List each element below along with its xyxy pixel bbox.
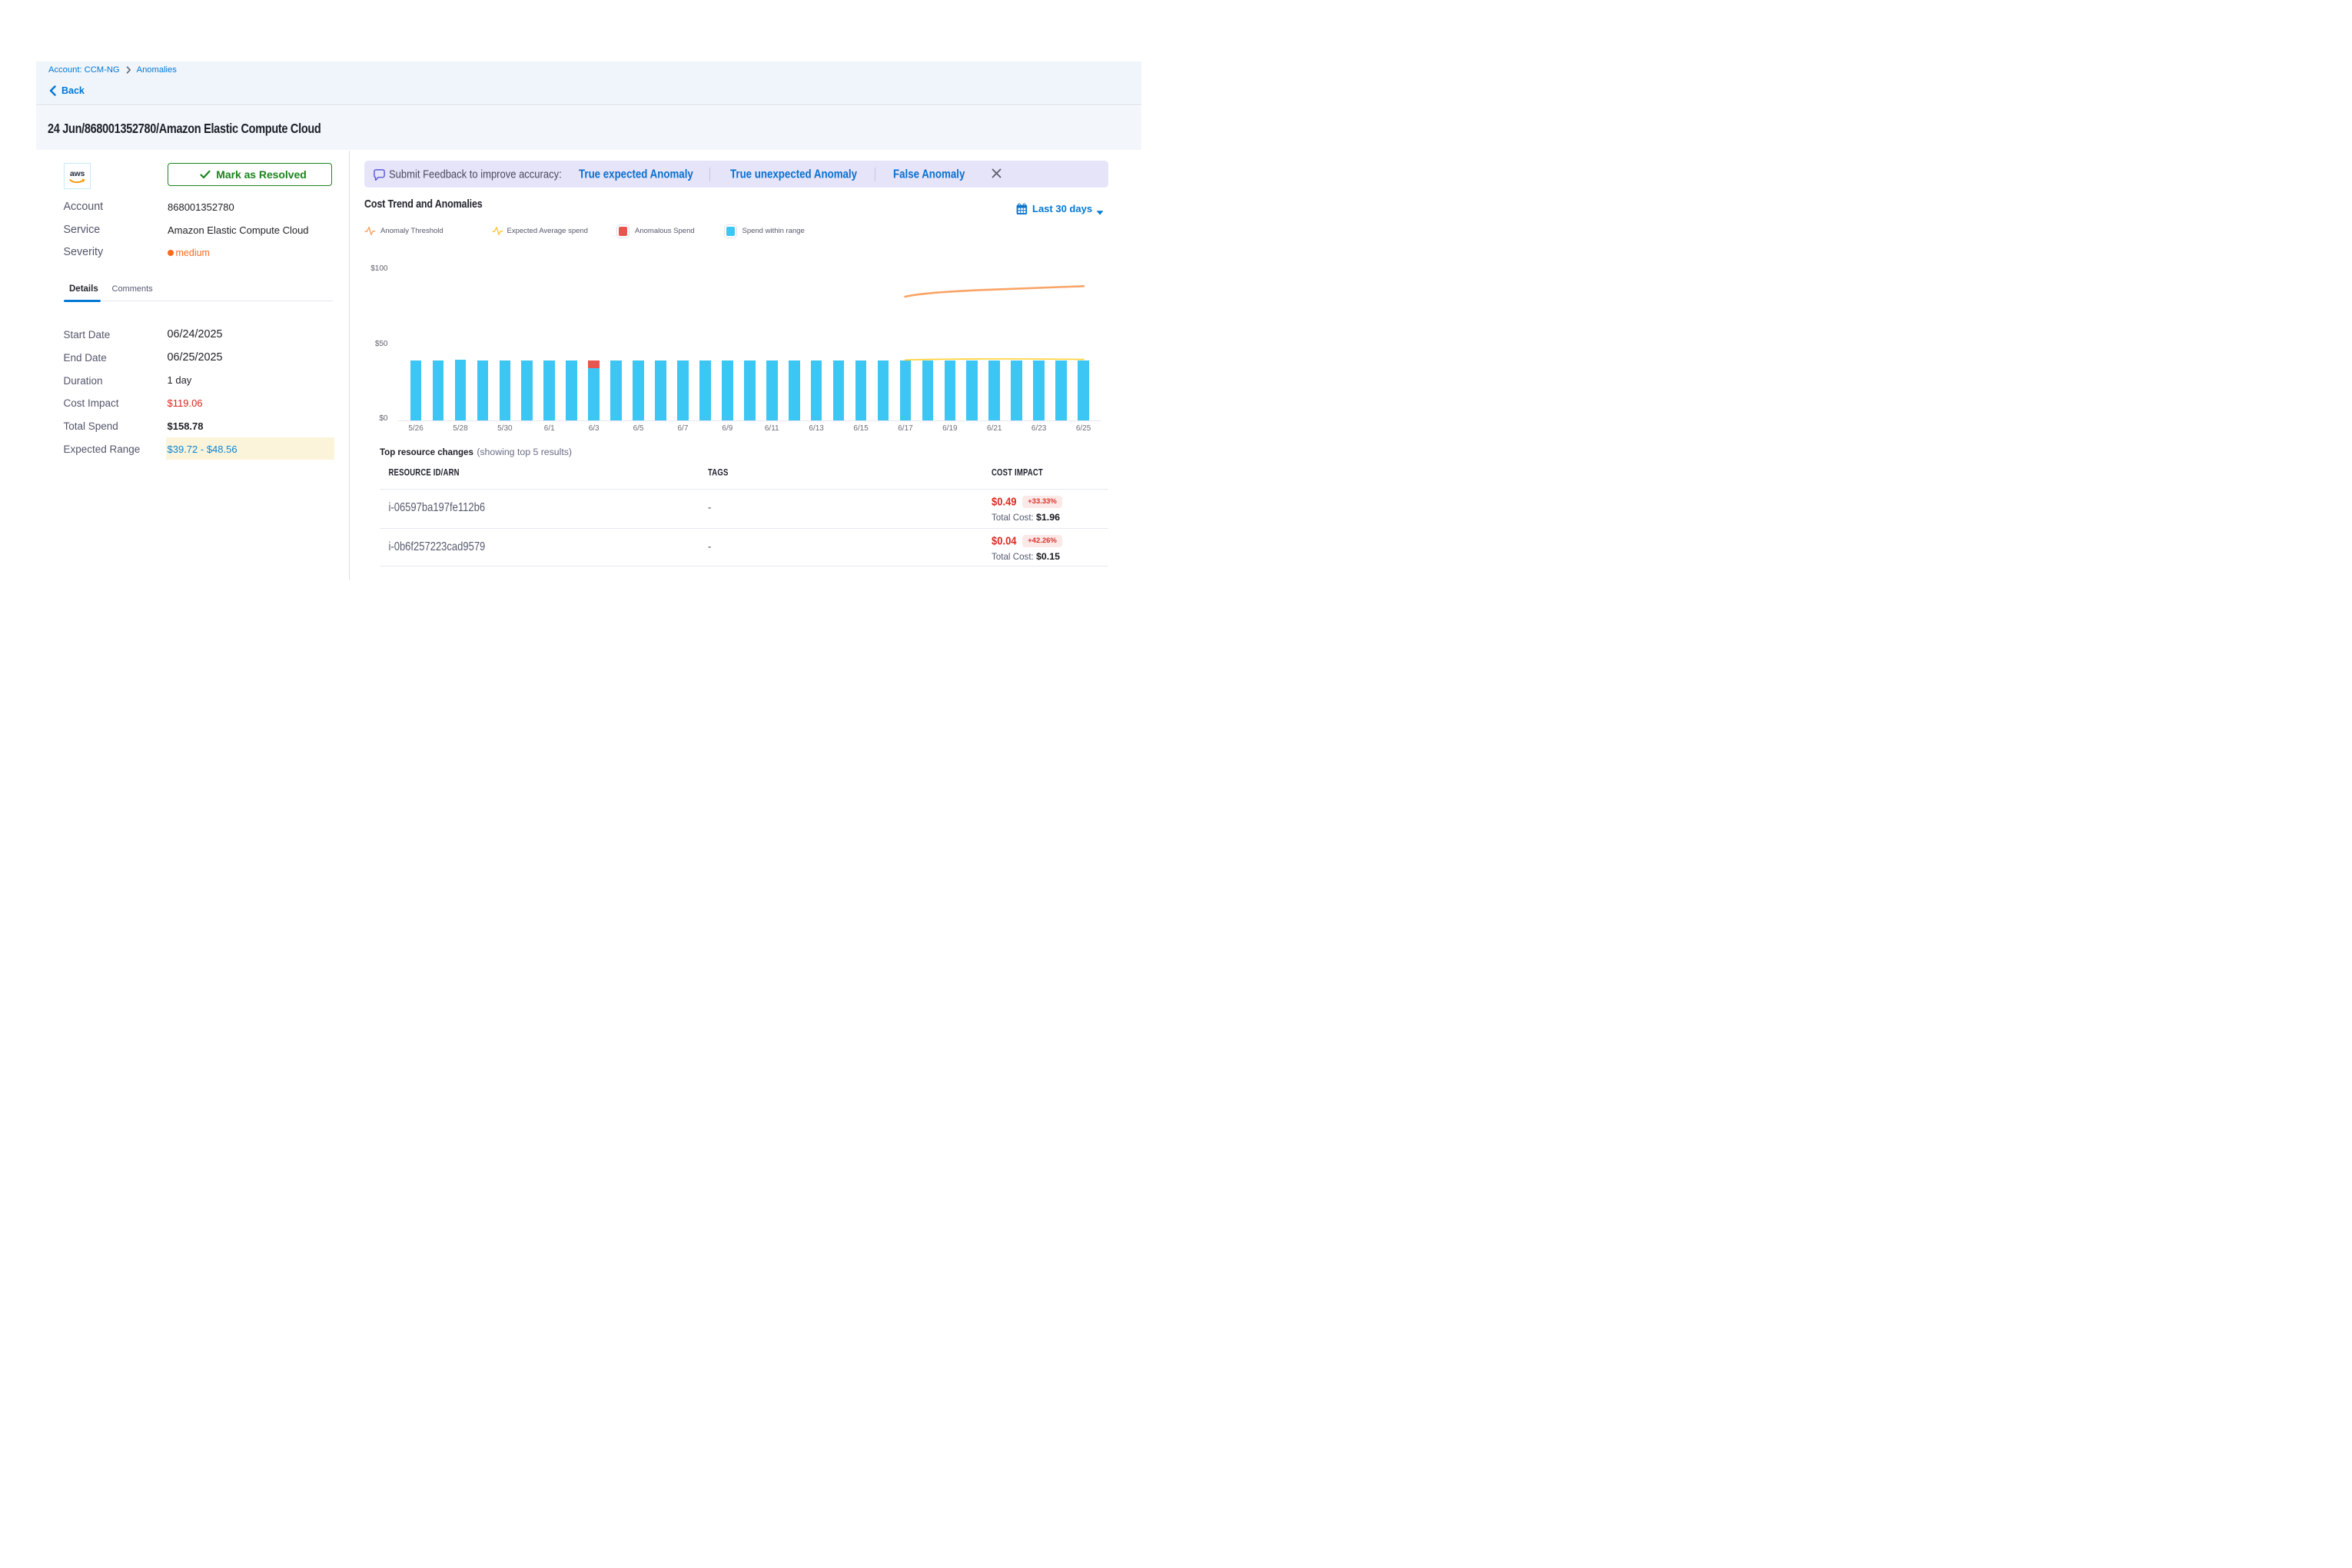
svg-text:aws: aws [69,169,85,178]
